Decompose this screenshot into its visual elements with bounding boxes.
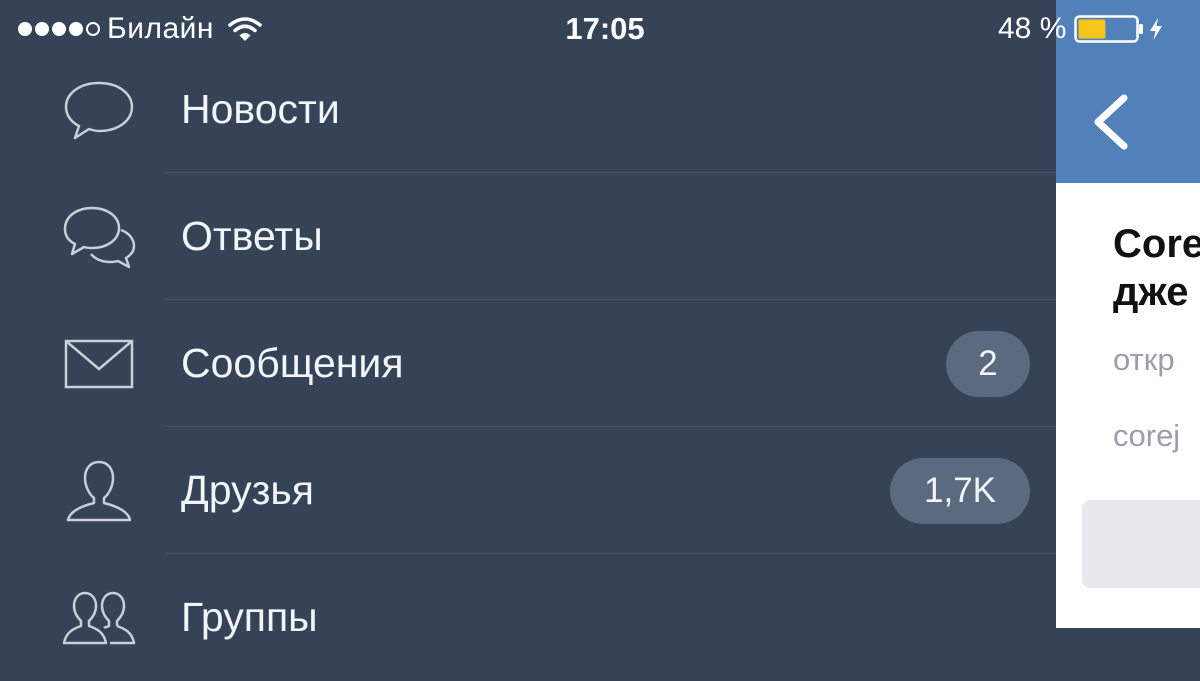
side-menu: Новости Ответы Сообщения 2 Друзья 1,7K Г… (0, 46, 1056, 681)
menu-item-answers[interactable]: Ответы (0, 173, 1056, 300)
back-chevron-icon[interactable] (1088, 92, 1132, 152)
messages-count-badge: 2 (946, 330, 1030, 397)
panel-title-line1: Core (1113, 222, 1200, 266)
menu-item-groups[interactable]: Группы (0, 554, 1056, 681)
speech-bubble-icon (64, 81, 134, 139)
charging-bolt-icon (1150, 18, 1163, 40)
menu-item-news[interactable]: Новости (0, 46, 1056, 173)
group-icon (62, 591, 136, 644)
menu-label-friends: Друзья (181, 467, 314, 513)
menu-label-groups: Группы (181, 594, 318, 640)
panel-link: corej (1113, 418, 1181, 453)
panel-action-button[interactable] (1082, 500, 1200, 588)
status-right: 48 % (998, 0, 1164, 58)
menu-label-news: Новости (181, 86, 340, 132)
envelope-icon (64, 339, 134, 388)
menu-label-messages: Сообщения (181, 340, 404, 386)
friends-count-badge: 1,7K (890, 457, 1030, 524)
content-panel[interactable]: Core дже откр corej (1056, 0, 1200, 628)
battery-percent: 48 % (998, 12, 1067, 45)
two-speech-bubbles-icon (63, 206, 136, 268)
panel-subtitle: откр (1113, 342, 1175, 377)
panel-title: Core дже (1113, 220, 1200, 316)
panel-title-line2: дже (1113, 270, 1189, 314)
menu-item-friends[interactable]: Друзья 1,7K (0, 427, 1056, 554)
person-icon (66, 460, 132, 521)
status-bar: Билайн 17:05 48 % (0, 0, 1200, 58)
battery-icon (1074, 15, 1144, 43)
menu-label-answers: Ответы (181, 213, 323, 259)
menu-item-messages[interactable]: Сообщения 2 (0, 300, 1056, 427)
